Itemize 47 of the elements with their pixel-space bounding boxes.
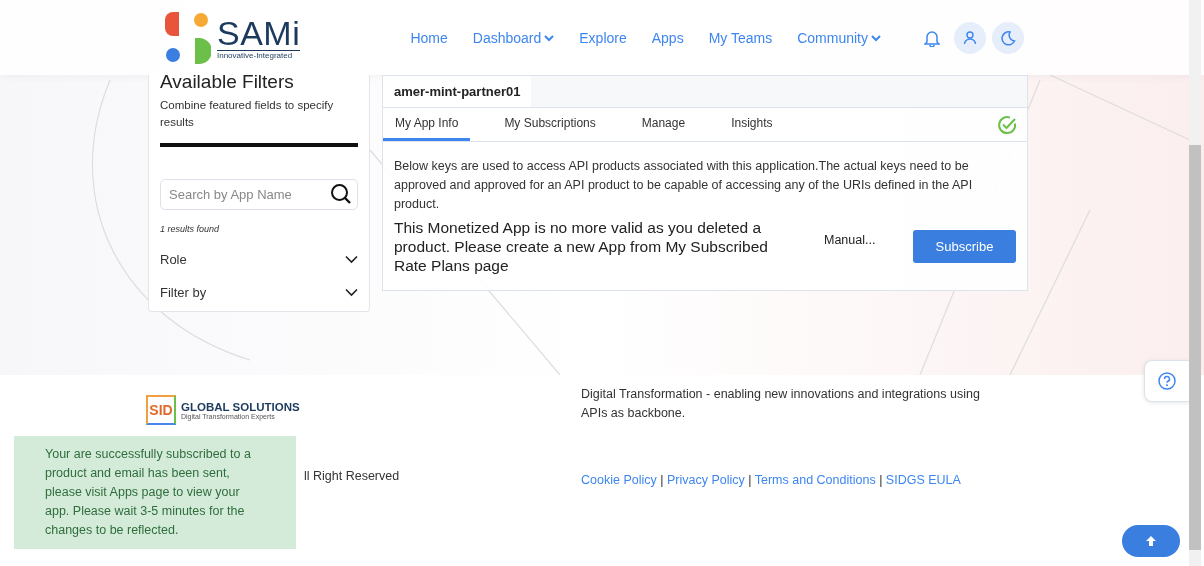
link-separator: | bbox=[660, 473, 664, 487]
search-field[interactable]: Search by App Name bbox=[160, 179, 358, 210]
help-button[interactable] bbox=[1144, 360, 1189, 402]
footer-link[interactable]: SIDGS EULA bbox=[885, 473, 961, 487]
brand-name: GLOBAL SOLUTIONS bbox=[181, 400, 300, 413]
link-separator: | bbox=[748, 473, 752, 487]
toast-message: Your are successfully subscribed to a product and email has been sent, please visit Apps page to view your app. Please wait 3-5 minutes for the changes to be reflected. bbox=[45, 446, 252, 539]
scrollbar[interactable] bbox=[1189, 0, 1201, 566]
link-separator: | bbox=[879, 473, 883, 487]
logo-name: SAMi bbox=[217, 15, 301, 50]
app-name: amer-mint-partner01 bbox=[383, 76, 532, 107]
footer-link[interactable]: Cookie Policy bbox=[581, 473, 657, 487]
logo-tagline: Innovative-Integrated bbox=[217, 49, 301, 60]
chevron-down-icon[interactable] bbox=[345, 255, 358, 264]
user-icon[interactable] bbox=[954, 21, 986, 54]
filter-label[interactable]: Filter by bbox=[160, 285, 207, 300]
panel-title: Available Filters bbox=[160, 71, 295, 93]
subscribe-button[interactable]: Subscribe bbox=[913, 230, 1016, 263]
footer-link[interactable]: Privacy Policy bbox=[666, 473, 745, 487]
about-text: Digital Transformation - enabling new innovations and integrations using APIs as backbone. bbox=[581, 386, 981, 422]
tab[interactable]: My Subscriptions bbox=[492, 116, 608, 141]
tab[interactable]: Manage bbox=[629, 116, 698, 141]
results-count: 1 results found bbox=[160, 224, 221, 234]
scroll-top-button[interactable] bbox=[1122, 525, 1180, 557]
nav-link[interactable]: Dashboard bbox=[472, 29, 555, 46]
footer-link[interactable]: Terms and Conditions bbox=[754, 473, 876, 487]
moon-icon[interactable] bbox=[992, 21, 1024, 54]
chevron-down-icon[interactable] bbox=[345, 288, 358, 297]
panel-subtitle: Combine featured fields to specify results bbox=[160, 98, 335, 130]
help-icon bbox=[1158, 372, 1176, 390]
arrow-up-icon bbox=[1145, 535, 1157, 547]
nav-link[interactable]: My Teams bbox=[708, 29, 773, 46]
tab[interactable]: Insights bbox=[719, 116, 785, 141]
copyright-text: ll Right Reserved bbox=[304, 469, 401, 483]
brand-mark: SID bbox=[146, 395, 176, 425]
search-icon[interactable] bbox=[330, 183, 352, 205]
nav-link[interactable]: Community bbox=[797, 29, 881, 46]
check-circle-icon bbox=[997, 114, 1017, 135]
notice-text: This Monetized App is no more valid as you deleted a product. Please create a new App from My Subscribed Rate Plans page bbox=[394, 218, 769, 275]
nav-link[interactable]: Home bbox=[410, 29, 448, 46]
logo-icon bbox=[165, 11, 211, 64]
tab[interactable]: My App Info bbox=[383, 116, 471, 141]
nav-link[interactable]: Explore bbox=[579, 29, 627, 46]
nav-link[interactable]: Apps bbox=[651, 29, 684, 46]
app-description: Below keys are used to access API products associated with this application.The actual keys need to be approved and approved for an API product to be capable of accessing any of the URIs defined in the API product. bbox=[393, 158, 974, 213]
plan-name: Manual... bbox=[824, 232, 876, 247]
filter-label[interactable]: Role bbox=[160, 252, 187, 267]
